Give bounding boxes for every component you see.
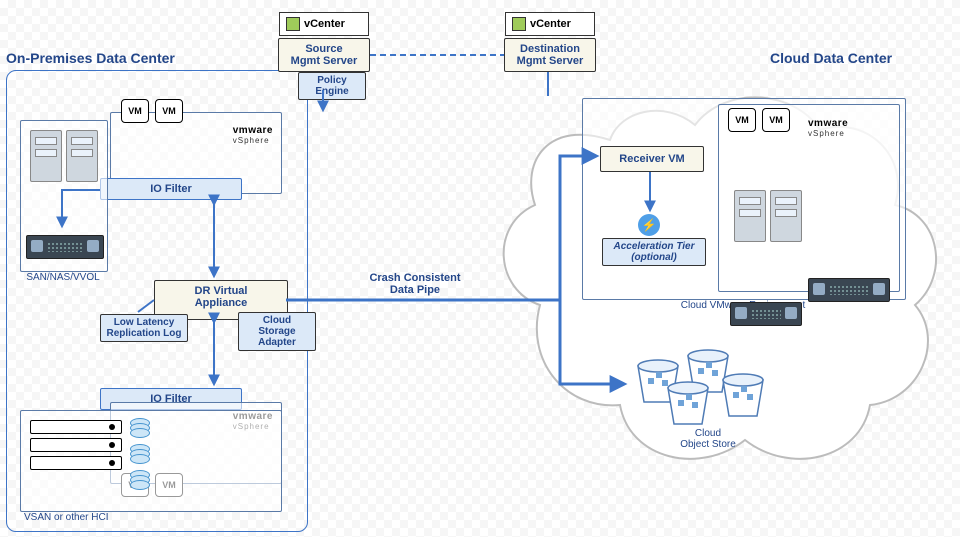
acceleration-tier: Acceleration Tier (optional): [602, 238, 706, 266]
object-store-label: Cloud Object Store: [658, 428, 758, 450]
vcenter-icon: [286, 17, 300, 31]
vmware-logo: vmware: [808, 118, 848, 129]
vm-chip: VM: [728, 108, 756, 132]
vm-chip: VM: [121, 99, 149, 123]
cloud-title: Cloud Data Center: [770, 50, 892, 66]
onprem-title: On-Premises Data Center: [6, 50, 175, 66]
vmware-logo: vmware: [233, 125, 273, 136]
vcenter-source: vCenter: [279, 12, 369, 36]
vcenter-source-label: vCenter: [304, 18, 345, 30]
source-mgmt-server: Source Mgmt Server: [278, 38, 370, 72]
policy-engine: Policy Engine: [298, 72, 366, 100]
hci-rows: [30, 420, 122, 474]
cloud-storage-towers: [734, 190, 802, 242]
cloud-server-2: [730, 302, 802, 326]
dest-mgmt-server: Destination Mgmt Server: [504, 38, 596, 72]
vm-chip: VM: [155, 99, 183, 123]
receiver-vm: Receiver VM: [600, 146, 704, 172]
cloud-storage-adapter: Cloud Storage Adapter: [238, 312, 316, 351]
io-filter-upper: IO Filter: [100, 178, 242, 200]
storage-towers: [30, 130, 98, 182]
object-store-buckets: [628, 348, 788, 438]
san-label: SAN/NAS/VVOL: [20, 272, 106, 283]
low-latency-log: Low Latency Replication Log: [100, 314, 188, 342]
vsphere-text: vSphere: [233, 136, 273, 145]
vcenter-dest: vCenter: [505, 12, 595, 36]
cloud-server-1: [808, 278, 890, 302]
disk-stacks: [130, 418, 150, 492]
vsan-label: VSAN or other HCI: [24, 512, 108, 523]
data-pipe-label: Crash Consistent Data Pipe: [350, 272, 480, 296]
vcenter-icon: [512, 17, 526, 31]
vcenter-dest-label: vCenter: [530, 18, 571, 30]
vm-chip: VM: [762, 108, 790, 132]
san-server: [26, 235, 104, 259]
vsphere-text: vSphere: [808, 129, 848, 138]
bolt-icon: ⚡: [638, 214, 660, 236]
